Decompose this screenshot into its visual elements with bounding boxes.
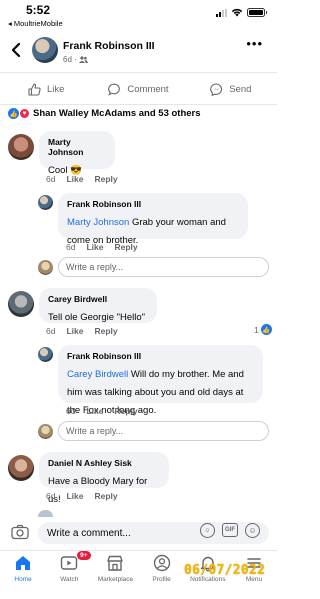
comment-like-button[interactable]: Like: [66, 491, 83, 501]
commenter-avatar[interactable]: [8, 291, 34, 317]
comment-label: Comment: [127, 83, 169, 95]
comment-meta: 6d Like Reply: [46, 491, 118, 501]
commenter-avatar[interactable]: [8, 455, 34, 481]
reply-like-button[interactable]: Like: [86, 242, 103, 252]
watch-badge: 9+: [77, 551, 91, 560]
back-to-app-link[interactable]: ◂ MoultrieMobile: [8, 19, 63, 28]
home-icon: [16, 556, 31, 570]
reply-meta: 6d Like Reply: [66, 406, 138, 416]
like-reaction-icon: 👍: [260, 324, 272, 335]
comment-button[interactable]: Comment: [92, 78, 184, 100]
like-count-value: 1: [254, 324, 259, 335]
reply-input[interactable]: Write a reply...: [58, 257, 269, 277]
avatar-sticker-icon[interactable]: ☺: [200, 523, 215, 538]
wifi-icon: [231, 8, 243, 17]
reactions-summary[interactable]: 👍 ♥ Shan Walley McAdams and 53 others: [8, 108, 201, 119]
comment-bubble: Daniel N Ashley Sisk Have a Bloody Mary …: [39, 452, 169, 505]
reply-age: 6d: [66, 406, 76, 416]
post-age: 6d: [63, 55, 72, 64]
tab-home[interactable]: Home: [0, 551, 46, 599]
my-avatar: [38, 424, 53, 439]
tab-marketplace[interactable]: Marketplace: [92, 551, 138, 599]
reactions-text: Shan Walley McAdams and 53 others: [33, 108, 201, 119]
comment-age: 6d: [46, 326, 56, 336]
camera-icon[interactable]: [11, 524, 29, 540]
reply-meta: 6d Like Reply: [66, 242, 138, 252]
tab-label: Watch: [60, 576, 79, 583]
messenger-icon: [210, 82, 223, 96]
marketplace-icon: [107, 555, 124, 571]
emoji-icon[interactable]: ☺: [245, 523, 260, 538]
comment-meta: 6d Like Reply: [46, 326, 118, 336]
reply-reply-button[interactable]: Reply: [114, 242, 137, 252]
status-icons: [216, 8, 267, 17]
comment-author[interactable]: Carey Birdwell: [48, 294, 148, 304]
love-reaction-icon: ♥: [19, 108, 30, 119]
comment-meta: 6d Like Reply: [46, 174, 118, 184]
comment-like-button[interactable]: Like: [66, 326, 83, 336]
friends-audience-icon: [79, 56, 89, 63]
comment-age: 6d: [46, 174, 56, 184]
comment-composer: Write a comment... ☺ GIF ☺: [0, 518, 277, 546]
my-avatar: [38, 260, 53, 275]
post-header: Frank Robinson III 6d · •••: [0, 32, 277, 70]
watch-icon: [61, 556, 78, 570]
comment-bubble-icon: [108, 83, 121, 96]
replier-avatar[interactable]: [38, 195, 53, 210]
comment-author[interactable]: Daniel N Ashley Sisk: [48, 458, 160, 468]
like-label: Like: [46, 83, 65, 95]
tab-label: Marketplace: [97, 576, 134, 583]
mention-link[interactable]: Marty Johnson: [67, 217, 129, 228]
comment-reply-button[interactable]: Reply: [94, 174, 117, 184]
profile-icon: [153, 554, 170, 572]
tab-label: Home: [14, 576, 32, 583]
like-button[interactable]: Like: [0, 78, 92, 100]
reply-reply-button[interactable]: Reply: [114, 406, 137, 416]
reply-bubble: Frank Robinson III Carey Birdwell Will d…: [58, 345, 263, 416]
actions-divider: [0, 104, 277, 105]
reply-like-button[interactable]: Like: [86, 406, 103, 416]
comment-like-count[interactable]: 1 👍: [254, 324, 272, 335]
comment-reply-button[interactable]: Reply: [94, 491, 117, 501]
comment-reply-button[interactable]: Reply: [94, 326, 117, 336]
reply-author[interactable]: Frank Robinson III: [67, 351, 254, 361]
comment-bubble: Marty Johnson Cool 😎: [39, 131, 115, 176]
tab-watch[interactable]: 9+ Watch: [46, 551, 92, 599]
post-action-bar: Like Comment Send: [0, 78, 277, 100]
reply-author[interactable]: Frank Robinson III: [67, 199, 239, 209]
header-divider: [0, 72, 277, 73]
replier-avatar-partial: [38, 510, 53, 517]
status-bar: 5:52 ◂ MoultrieMobile: [0, 0, 277, 30]
more-options-icon[interactable]: •••: [246, 36, 263, 51]
comment-age: 6d: [46, 491, 56, 501]
replier-avatar[interactable]: [38, 347, 53, 362]
date-stamp-overlay: 06/07/2022: [184, 563, 266, 578]
reply-bubble: Frank Robinson III Marty Johnson Grab yo…: [58, 193, 248, 246]
comment-bubble: Carey Birdwell Tell ole Georgie "Hello": [39, 288, 157, 323]
cell-signal-icon: [216, 8, 227, 17]
commenter-avatar[interactable]: [8, 134, 34, 160]
send-label: Send: [229, 83, 252, 95]
status-time: 5:52: [26, 3, 51, 17]
send-button[interactable]: Send: [185, 78, 277, 100]
comment-like-button[interactable]: Like: [66, 174, 83, 184]
like-reaction-icon: 👍: [8, 108, 19, 119]
author-avatar[interactable]: [32, 37, 58, 63]
thumbs-up-icon: [28, 83, 41, 96]
reply-input[interactable]: Write a reply...: [58, 421, 269, 441]
post-author-name[interactable]: Frank Robinson III: [63, 40, 155, 52]
mention-link[interactable]: Carey Birdwell: [67, 369, 128, 380]
back-arrow-icon[interactable]: [9, 42, 23, 58]
tab-profile[interactable]: Profile: [139, 551, 185, 599]
post-meta: 6d ·: [63, 55, 89, 64]
comment-text: Tell ole Georgie "Hello": [48, 312, 146, 323]
battery-icon: [247, 8, 267, 17]
comment-author[interactable]: Marty Johnson: [48, 137, 106, 157]
reply-age: 6d: [66, 242, 76, 252]
gif-button[interactable]: GIF: [222, 523, 238, 537]
tab-label: Profile: [152, 576, 171, 583]
